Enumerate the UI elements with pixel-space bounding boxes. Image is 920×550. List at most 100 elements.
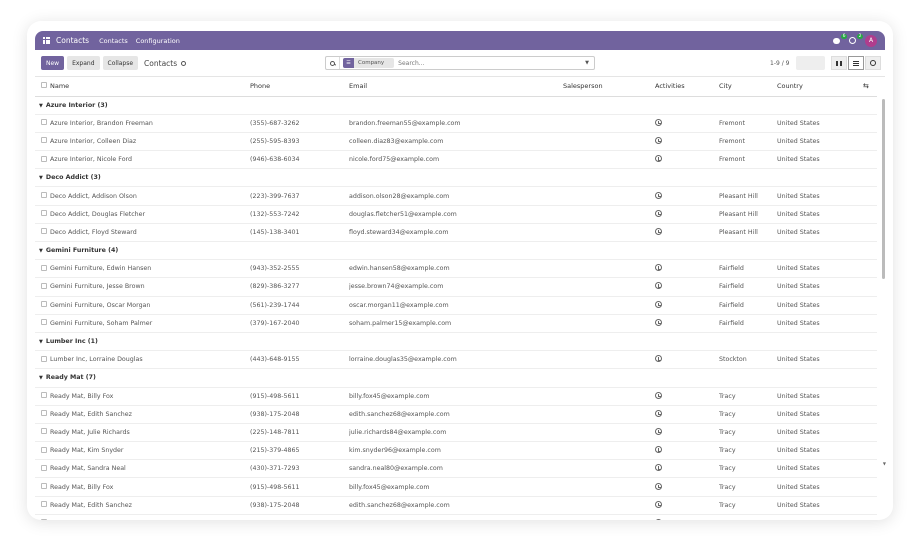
activity-button[interactable]: 2	[849, 33, 863, 45]
row-checkbox[interactable]	[35, 441, 50, 461]
row-checkbox[interactable]	[35, 405, 50, 424]
column-activities[interactable]: Activities	[655, 77, 719, 97]
clock-icon[interactable]	[655, 518, 662, 520]
row-checkbox[interactable]	[35, 223, 50, 243]
pager-value[interactable]: 1-9 / 9	[770, 60, 789, 67]
optional-columns-toggle[interactable]: ⇆	[863, 77, 877, 97]
clock-icon[interactable]	[655, 300, 662, 308]
column-phone[interactable]: Phone	[250, 77, 349, 97]
apps-menu-icon[interactable]	[43, 37, 50, 44]
row-checkbox[interactable]	[35, 387, 50, 406]
nav-menu-contacts[interactable]: Contacts	[99, 37, 128, 45]
row-checkbox[interactable]	[35, 186, 50, 206]
group-row[interactable]: ▼ Gemini Furniture (4)	[35, 241, 877, 261]
table-row[interactable]: Deco Addict, Floyd Steward (145)-138-3401…	[35, 223, 877, 243]
table-row[interactable]: Ready Mat, Billy Fox (915)-498-5611 billy.…	[35, 477, 877, 497]
cell-email: jesse.brown74@example.com	[349, 277, 563, 297]
table-row[interactable]: Ready Mat, Edith Sanchez (938)-175-2048 ed…	[35, 405, 877, 424]
table-row[interactable]: Ready Mat, Edith Sanchez (938)-175-2048 ed…	[35, 496, 877, 515]
group-row[interactable]: ▼ Deco Addict (3)	[35, 168, 877, 188]
row-checkbox[interactable]	[35, 314, 50, 333]
table-row[interactable]: Azure Interior, Brandon Freeman (355)-687…	[35, 114, 877, 133]
cell-salesperson	[563, 387, 655, 406]
clock-icon[interactable]	[655, 464, 662, 472]
cell-phone: (946)-638-6034	[250, 150, 349, 170]
table-row[interactable]: Gemini Furniture, Soham Palmer (379)-167-…	[35, 314, 877, 333]
row-checkbox[interactable]	[35, 514, 50, 520]
group-row[interactable]: ▼ Azure Interior (3)	[35, 96, 877, 115]
table-row[interactable]: Ready Mat, Billy Fox (915)-498-5611 billy.…	[35, 387, 877, 406]
row-checkbox[interactable]	[35, 477, 50, 497]
column-name[interactable]: Name	[50, 77, 250, 97]
cell-activities	[655, 441, 719, 461]
table-row[interactable]: Azure Interior, Nicole Ford (946)-638-603…	[35, 150, 877, 170]
vertical-scrollbar[interactable]	[882, 99, 885, 279]
select-all-checkbox[interactable]	[35, 77, 50, 97]
activity-view-button[interactable]	[865, 56, 881, 70]
table-row[interactable]: Azure Interior, Colleen Diaz (255)-595-83…	[35, 132, 877, 152]
table-row[interactable]: Ready Mat, Julie Richards(225)-148-7811j…	[35, 514, 877, 520]
row-checkbox[interactable]	[35, 277, 50, 297]
user-avatar[interactable]: A	[865, 34, 877, 47]
search-button[interactable]	[326, 57, 340, 69]
search-input[interactable]	[398, 59, 579, 67]
row-checkbox[interactable]	[35, 114, 50, 133]
table-row[interactable]: Ready Mat, Sandra Neal (430)-371-7293 sand…	[35, 459, 877, 479]
clock-icon[interactable]	[655, 282, 662, 290]
row-checkbox[interactable]	[35, 259, 50, 279]
clock-icon[interactable]	[655, 136, 662, 144]
scroll-down-icon[interactable]: ▼	[883, 461, 886, 466]
list-view-button[interactable]	[848, 56, 864, 70]
chat-button[interactable]: 6	[833, 33, 847, 45]
row-checkbox[interactable]	[35, 496, 50, 515]
new-button[interactable]: New	[41, 56, 65, 70]
groupby-facet[interactable]: ☰ Company	[343, 58, 395, 68]
clock-icon[interactable]	[655, 500, 662, 508]
clock-icon[interactable]	[655, 391, 662, 399]
clock-icon[interactable]	[655, 264, 662, 272]
clock-icon[interactable]	[655, 209, 662, 217]
clock-icon[interactable]	[655, 482, 662, 490]
collapse-button[interactable]: Collapse	[102, 56, 139, 70]
clock-icon[interactable]	[655, 318, 662, 326]
clock-icon[interactable]	[655, 155, 662, 163]
clock-icon[interactable]	[655, 409, 662, 417]
table-row[interactable]: Deco Addict, Douglas Fletcher (132)-553-7…	[35, 205, 877, 224]
caret-down-icon[interactable]: ▼	[585, 60, 589, 66]
pager-buttons[interactable]	[796, 56, 825, 70]
clock-icon[interactable]	[655, 355, 662, 363]
cell-email: soham.palmer15@example.com	[349, 314, 563, 333]
row-checkbox[interactable]	[35, 150, 50, 170]
row-checkbox[interactable]	[35, 423, 50, 443]
clock-icon[interactable]	[655, 118, 662, 126]
table-row[interactable]: Ready Mat, Kim Snyder (215)-379-4865 kim.s…	[35, 441, 877, 461]
column-salesperson[interactable]: Salesperson	[563, 77, 655, 97]
table-row[interactable]: Ready Mat, Julie Richards(225)-148-7811j…	[35, 423, 877, 443]
table-row[interactable]: Gemini Furniture, Oscar Morgan (561)-239-…	[35, 296, 877, 315]
expand-button[interactable]: Expand	[67, 56, 100, 70]
group-row[interactable]: ▼ Ready Mat (7)	[35, 368, 877, 388]
kanban-view-button[interactable]	[831, 56, 847, 70]
table-row[interactable]: Gemini Furniture, Jesse Brown (829)-386-3…	[35, 277, 877, 297]
row-checkbox[interactable]	[35, 350, 50, 370]
row-checkbox[interactable]	[35, 132, 50, 152]
clock-icon[interactable]	[655, 446, 662, 454]
row-checkbox[interactable]	[35, 296, 50, 315]
nav-menu-configuration[interactable]: Configuration	[136, 37, 180, 45]
gear-icon[interactable]	[181, 60, 187, 66]
cell-empty	[863, 132, 877, 152]
column-country[interactable]: Country	[777, 77, 863, 97]
column-email[interactable]: Email	[349, 77, 563, 97]
row-checkbox[interactable]	[35, 205, 50, 224]
table-row[interactable]: Deco Addict, Addison Olson (223)-399-7637…	[35, 186, 877, 206]
clock-icon[interactable]	[655, 227, 662, 235]
column-city[interactable]: City	[719, 77, 777, 97]
search-bar: ☰ Company ▼	[325, 56, 595, 70]
clock-icon[interactable]	[655, 191, 662, 199]
row-checkbox[interactable]	[35, 459, 50, 479]
group-row[interactable]: ▼ Lumber Inc (1)	[35, 332, 877, 352]
table-row[interactable]: Gemini Furniture, Edwin Hansen (943)-352-…	[35, 259, 877, 279]
clock-icon[interactable]	[655, 427, 662, 435]
nav-app-name[interactable]: Contacts	[56, 36, 89, 45]
table-row[interactable]: Lumber Inc, Lorraine Douglas (443)-648-91…	[35, 350, 877, 370]
